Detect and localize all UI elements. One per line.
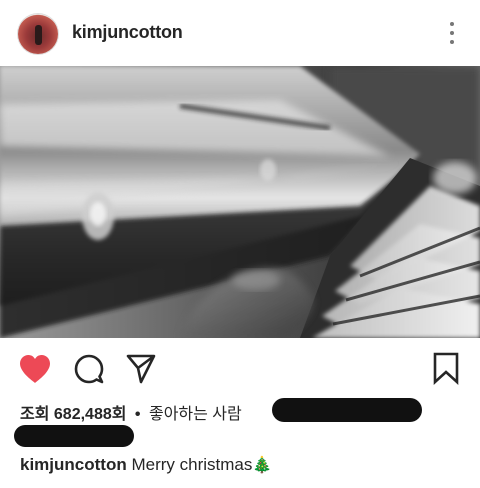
piano-photo (0, 66, 480, 338)
avatar[interactable] (18, 14, 58, 54)
redaction-mark (272, 398, 422, 422)
views-count[interactable]: 682,488회 (54, 406, 127, 423)
post-header: kimjuncotton (0, 0, 480, 66)
views-label: 조회 (20, 406, 50, 423)
comment-icon[interactable] (73, 353, 105, 390)
bookmark-icon[interactable] (432, 351, 460, 390)
christmas-tree-icon: 🎄 (252, 457, 273, 474)
post-photo[interactable] (0, 66, 480, 338)
heart-icon[interactable] (18, 353, 52, 390)
avatar-figure (35, 25, 42, 45)
post-username[interactable]: kimjuncotton (72, 22, 183, 43)
caption-text: Merry christmas (131, 455, 253, 474)
caption-username[interactable]: kimjuncotton (20, 455, 127, 474)
likes-text[interactable]: 좋아하는 사람 (149, 406, 242, 423)
post-action-bar (0, 340, 480, 395)
more-vertical-icon[interactable] (448, 22, 456, 46)
paper-plane-icon[interactable] (125, 353, 157, 390)
redaction-mark (14, 425, 134, 447)
separator-dot: • (134, 406, 141, 423)
post-caption: kimjuncotton Merry christmas🎄 (20, 455, 460, 481)
